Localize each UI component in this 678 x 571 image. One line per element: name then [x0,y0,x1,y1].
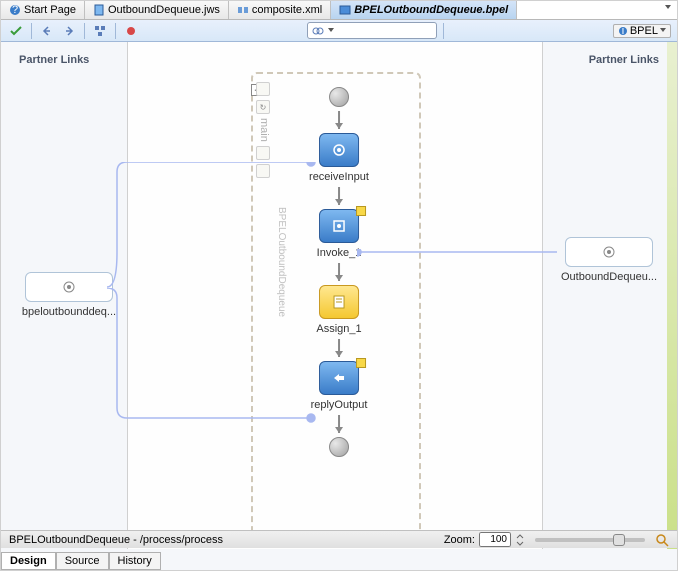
breakpoint-button[interactable] [122,22,140,40]
palette-item[interactable]: ↻ [256,100,270,114]
warning-flag-icon [356,358,366,368]
view-tab-history[interactable]: History [109,552,161,570]
search-box[interactable] [307,22,437,39]
svg-text:i: i [622,26,624,36]
view-tab-design[interactable]: Design [1,552,56,570]
redo-icon [62,24,76,38]
partner-link-right[interactable]: OutboundDequeu... [559,237,659,283]
validate-button[interactable] [7,22,25,40]
invoke-activity[interactable]: Invoke_1 [317,209,362,259]
gear-icon [61,279,77,295]
activity-label: replyOutput [311,399,368,411]
receive-icon [331,142,347,158]
undo-icon [40,24,54,38]
info-icon: i [618,26,628,36]
tab-composite[interactable]: composite.xml [229,1,331,19]
tab-bpel[interactable]: BPELOutboundDequeue.bpel [331,1,517,19]
redo-button[interactable] [60,22,78,40]
editor-view-tabs: Design Source History [1,552,161,570]
breakpoint-icon [124,24,138,38]
help-icon: ? [9,4,21,16]
bpel-label: BPEL [630,25,658,37]
check-icon [9,24,23,38]
assign-icon [331,294,347,310]
activity-label: Assign_1 [316,323,361,335]
tab-label: Start Page [24,4,76,16]
activity-label: receiveInput [309,171,369,183]
svg-text:?: ? [12,4,18,16]
status-path: BPELOutboundDequeue - /process/process [9,534,223,546]
tab-menu-button[interactable] [659,1,677,19]
scope-palette: ↻ main [256,82,272,178]
process-flow: receiveInput Invoke_1 Assign_1 replyOutp… [309,87,369,457]
file-tabs: ? Start Page OutboundDequeue.jws composit… [1,1,677,20]
partner-links-right-header: Partner Links [589,54,659,66]
invoke-icon [331,218,347,234]
zoom-fit-icon[interactable] [655,533,669,547]
undo-button[interactable] [38,22,56,40]
zoom-stepper[interactable] [515,534,525,546]
palette-main-label: main [256,118,270,142]
bpel-version-dropdown[interactable]: i BPEL [613,24,671,38]
partner-link-label: bpeloutbounddeq... [22,306,116,318]
status-bar: BPELOutboundDequeue - /process/process Z… [1,530,677,548]
process-name-vertical: BPELOutboundDequeue [276,207,287,317]
start-node[interactable] [329,87,349,107]
tab-label: OutboundDequeue.jws [108,4,220,16]
assign-activity[interactable]: Assign_1 [316,285,361,335]
slider-thumb[interactable] [613,534,625,546]
receive-activity[interactable]: receiveInput [309,133,369,183]
warning-flag-icon [356,206,366,216]
zoom-slider[interactable] [535,538,645,542]
palette-item[interactable] [256,146,270,160]
design-canvas: Partner Links Partner Links − ↻ main BPE… [1,42,677,549]
tab-jws[interactable]: OutboundDequeue.jws [85,1,229,19]
zoom-input[interactable] [479,532,511,547]
gear-icon [601,244,617,260]
partner-link-label: OutboundDequeu... [561,271,657,283]
palette-item[interactable] [256,164,270,178]
tab-start-page[interactable]: ? Start Page [1,1,85,19]
end-node[interactable] [329,437,349,457]
palette-item[interactable] [256,82,270,96]
doc-icon [93,4,105,16]
composite-icon [237,4,249,16]
activity-label: Invoke_1 [317,247,362,259]
layout-button[interactable] [91,22,109,40]
tab-label: composite.xml [252,4,322,16]
binoculars-icon [312,25,324,37]
layout-icon [93,24,107,38]
bpel-icon [339,4,351,16]
toolbar: i BPEL [1,20,677,42]
view-tab-source[interactable]: Source [56,552,109,570]
reply-activity[interactable]: replyOutput [311,361,368,411]
partner-link-left[interactable]: bpeloutbounddeq... [19,272,119,318]
overview-gutter[interactable] [667,42,677,549]
partner-links-left-header: Partner Links [19,54,89,66]
reply-icon [331,370,347,386]
tab-label: BPELOutboundDequeue.bpel [354,4,508,16]
search-dropdown-icon [328,28,334,35]
zoom-label: Zoom: [444,534,475,546]
